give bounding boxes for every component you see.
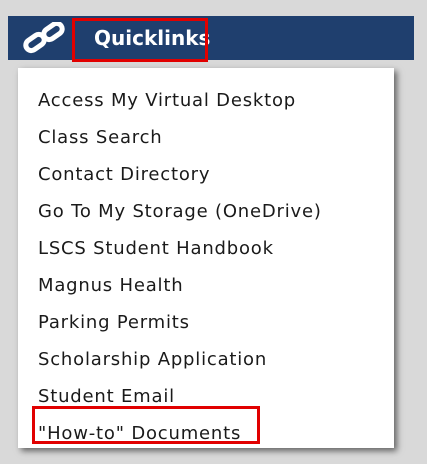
link-access-my-virtual-desktop[interactable]: Access My Virtual Desktop <box>38 90 296 111</box>
link-lscs-student-handbook[interactable]: LSCS Student Handbook <box>38 238 274 259</box>
list-item: Parking Permits <box>38 310 322 347</box>
quicklinks-header: Quicklinks <box>8 16 414 60</box>
list-item: Class Search <box>38 125 322 162</box>
link-contact-directory[interactable]: Contact Directory <box>38 164 210 185</box>
list-item: LSCS Student Handbook <box>38 236 322 273</box>
list-item: Magnus Health <box>38 273 322 310</box>
quicklinks-panel: Access My Virtual Desktop Class Search C… <box>18 68 394 448</box>
list-item: Go To My Storage (OneDrive) <box>38 199 322 236</box>
link-magnus-health[interactable]: Magnus Health <box>38 275 183 296</box>
link-parking-permits[interactable]: Parking Permits <box>38 312 190 333</box>
link-go-to-my-storage[interactable]: Go To My Storage (OneDrive) <box>38 201 322 222</box>
list-item: Access My Virtual Desktop <box>38 88 322 125</box>
list-item: Contact Directory <box>38 162 322 199</box>
title-highlight-box <box>72 18 208 62</box>
link-scholarship-application[interactable]: Scholarship Application <box>38 349 267 370</box>
link-student-email[interactable]: Student Email <box>38 386 175 407</box>
link-class-search[interactable]: Class Search <box>38 127 163 148</box>
link-chain-icon <box>23 22 65 54</box>
how-to-highlight-box <box>32 406 260 444</box>
quicklinks-widget: Quicklinks Access My Virtual Desktop Cla… <box>0 0 427 464</box>
list-item: Scholarship Application <box>38 347 322 384</box>
quicklinks-list: Access My Virtual Desktop Class Search C… <box>38 88 322 458</box>
